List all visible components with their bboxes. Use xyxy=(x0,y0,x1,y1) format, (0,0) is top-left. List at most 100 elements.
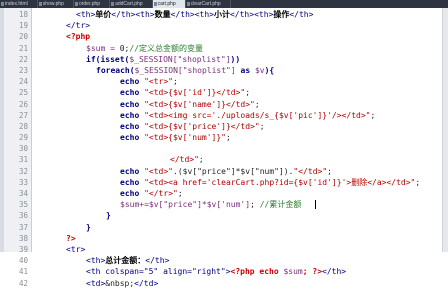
code-line: <th>单价</th><th>数量</th><th>小计</th><th>操作<… xyxy=(32,9,448,20)
code-token: 数量 xyxy=(154,10,171,19)
line-number: 40 xyxy=(18,256,28,266)
code-token: ; ?> xyxy=(302,267,323,277)
code-line: if(isset($_SESSION["shoplist"])) xyxy=(32,54,448,65)
code-token: </th> xyxy=(289,10,314,19)
line-number: 23 xyxy=(18,65,28,75)
code-token: $v["price"]*$v['num'] xyxy=(148,200,251,210)
code-line: echo "<td>{$v['num']}"; xyxy=(32,132,448,143)
code-token: //定义总金额的变量 xyxy=(129,43,204,53)
line-numbers: 18 19 20 21 22 23 24 25 26 27 28 29 30 3… xyxy=(4,9,28,289)
code-token: <th colspan="5" align="right"> xyxy=(86,267,231,277)
code-token: //累计金额 xyxy=(259,200,302,210)
line-number: 19 xyxy=(18,21,28,31)
code-token: echo xyxy=(120,110,145,120)
tab-cart[interactable]: cart.php xyxy=(152,0,186,8)
code-token: </a></td>" xyxy=(367,177,416,187)
line-number: 34 xyxy=(18,189,28,198)
code-token: $_SESSION["shoplist"] xyxy=(129,54,231,64)
code-line: <tr> xyxy=(32,244,448,255)
code-token: $sum xyxy=(283,267,303,277)
code-line: <th>总计金额：</th> xyxy=(32,255,448,266)
code-line: </tr> xyxy=(32,20,448,31)
line-number: 36 xyxy=(18,211,28,221)
code-token: $v xyxy=(254,65,265,75)
code-token: } xyxy=(106,211,111,221)
line-number: 24 xyxy=(18,77,28,87)
tab-index[interactable]: index.html xyxy=(0,0,38,8)
code-token: $_SESSION["shoplist"] xyxy=(134,65,236,75)
vertical-scrollbar[interactable] xyxy=(442,8,448,252)
code-token: <td> xyxy=(86,278,106,288)
code-token: ; xyxy=(177,189,183,198)
code-token: "<td>{$v['name']}</td>" xyxy=(144,99,255,109)
code-token: echo xyxy=(120,121,145,131)
code-token: 删除 xyxy=(351,177,368,187)
code-token: </tr> xyxy=(66,21,91,31)
code-token: </th> xyxy=(145,256,170,266)
code-token: "<td>{$v['id']}</td>" xyxy=(144,88,246,98)
code-token: </th> xyxy=(322,267,347,277)
code-token: "<td><a href='clearCart.php?id={$v['id']… xyxy=(144,177,352,187)
code-token: <?php echo xyxy=(230,267,284,277)
line-number: 35 xyxy=(18,200,28,210)
code-line: echo "<tr>"; xyxy=(32,76,448,87)
code-line: echo "<td>{$v['id']}</td>"; xyxy=(32,87,448,98)
code-token: $sum+= xyxy=(120,200,149,210)
file-tab-bar: index.html show.php order.php addCart.ph… xyxy=(0,0,448,8)
line-number: 18 xyxy=(18,10,28,19)
code-token: } xyxy=(86,222,91,232)
code-token: </th><th> xyxy=(170,10,214,19)
code-line: echo "<td>{$v['name']}</td>"; xyxy=(32,99,448,110)
line-number: 33 xyxy=(18,177,28,187)
code-token: echo xyxy=(120,189,145,198)
code-line: </td>"; xyxy=(32,154,448,165)
code-line: echo "<td><a href='clearCart.php?id={$v[… xyxy=(32,177,448,188)
code-token: <th> xyxy=(76,10,96,19)
line-number: 38 xyxy=(18,233,28,243)
code-line: } xyxy=(32,222,448,233)
code-token: ; xyxy=(225,133,231,143)
code-token: echo xyxy=(120,177,145,187)
code-token: $sum = xyxy=(86,43,120,53)
code-token: .($v["price"]*$v["num"]). xyxy=(173,166,294,176)
code-token: echo xyxy=(120,88,145,98)
code-token: echo xyxy=(120,166,145,176)
code-token: </th><th> xyxy=(229,10,274,19)
line-number: 25 xyxy=(18,88,28,98)
line-number: 39 xyxy=(18,244,28,254)
code-token: "<td>{$v['num']}" xyxy=(144,133,226,143)
code-token: </td> xyxy=(134,278,159,288)
code-token: 操作 xyxy=(273,10,290,19)
tab-addcart[interactable]: addCart.php xyxy=(110,0,153,8)
code-token: echo xyxy=(120,77,145,87)
code-token: &nbsp; xyxy=(105,278,135,288)
code-line: ?> xyxy=(32,233,448,244)
code-token: "</tr>" xyxy=(144,189,178,198)
code-token: 总计金额： xyxy=(105,256,146,266)
code-token: <th> xyxy=(86,256,106,266)
code-token: ; xyxy=(254,99,260,109)
tab-clearcart[interactable]: clearCart.php xyxy=(186,0,231,8)
line-number: 30 xyxy=(18,144,28,154)
code-token: ; xyxy=(198,155,204,165)
code-token: ; xyxy=(173,77,178,87)
code-token: "<td>{$v['price']}</td>" xyxy=(144,121,260,131)
code-editor[interactable]: <th>单价</th><th>数量</th><th>小计</th><th>操作<… xyxy=(32,9,448,288)
code-line: <th colspan="5" align="right"><?php echo… xyxy=(32,266,448,277)
code-token: "<td>" xyxy=(144,166,173,176)
code-token: foreach xyxy=(96,65,130,75)
tab-show[interactable]: show.php xyxy=(38,0,74,8)
code-line: } xyxy=(32,210,448,221)
line-number: 22 xyxy=(18,54,28,64)
code-token: as xyxy=(235,65,255,75)
line-number: 26 xyxy=(18,99,28,109)
code-token: ; xyxy=(259,121,265,131)
code-token: ; xyxy=(250,200,260,210)
tab-order[interactable]: order.php xyxy=(74,0,111,8)
code-line: echo "<td>".($v["price"]*$v["num"])."</t… xyxy=(32,166,448,177)
line-number: 29 xyxy=(18,133,28,143)
line-number: 21 xyxy=(18,43,28,53)
code-token: ){ xyxy=(264,65,275,75)
code-token: ; xyxy=(327,166,332,176)
code-token: echo xyxy=(120,99,145,109)
